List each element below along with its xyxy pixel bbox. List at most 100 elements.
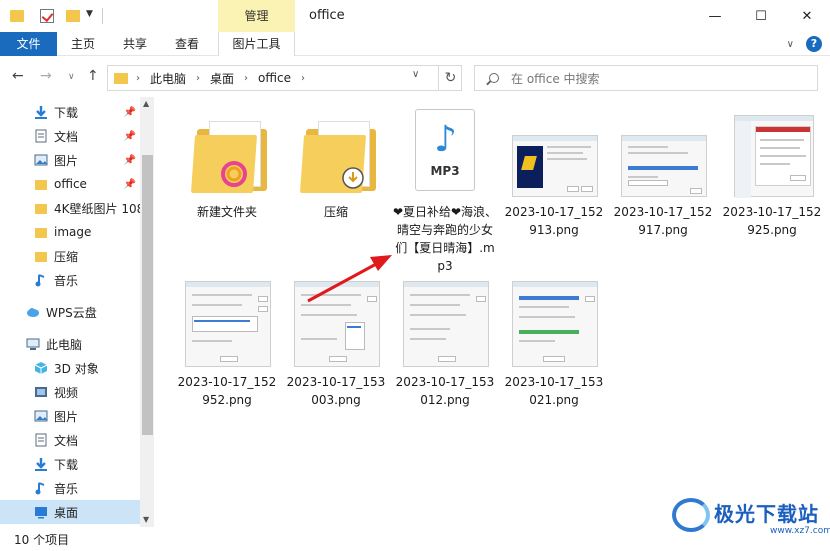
file-name: 2023-10-17_152952.png [177,375,277,407]
file-name: 2023-10-17_152917.png [613,205,713,237]
refresh-button[interactable]: ↻ [438,65,462,91]
document-icon [35,129,47,143]
sidebar-item-wps-cloud[interactable]: WPS云盘 [0,300,140,324]
folder-icon [35,204,47,214]
chevron-right-icon[interactable]: › [244,73,248,84]
back-arrow-icon[interactable]: ← [12,68,24,84]
ribbon-tabs: 文件 主页 共享 查看 图片工具 ∨ ? [0,32,830,56]
sidebar-item-label: 音乐 [54,481,79,496]
sidebar-item-image[interactable]: image [0,220,140,244]
tab-home[interactable]: 主页 [62,32,104,56]
file-name: 2023-10-17_153021.png [504,375,604,407]
breadcrumb-desktop[interactable]: 桌面 [210,70,234,87]
file-name: ❤夏日补给❤海浪、晴空与奔跑的少女们【夏日晴海】.mp3 [392,205,498,273]
sidebar-item-3d-objects[interactable]: 3D 对象 [0,356,140,380]
list-item-png[interactable]: 2023-10-17_153021.png [501,279,607,409]
sidebar-item-compress[interactable]: 压缩 [0,244,140,268]
list-item-png[interactable]: 2023-10-17_152913.png [501,109,607,239]
music-icon [35,274,45,287]
pictures-icon [34,154,48,166]
image-thumbnail [288,279,384,369]
list-item-compress-folder[interactable]: 压缩 [283,109,389,221]
list-item-png[interactable]: 2023-10-17_152952.png [174,279,280,409]
sidebar-item-4k-wallpapers[interactable]: 4K壁纸图片 108 [0,196,140,220]
image-thumbnail [724,109,820,199]
sidebar-item-documents[interactable]: 文档 📌 [0,124,140,148]
sidebar-item-label: 文档 [54,129,79,144]
sidebar-item-office[interactable]: office 📌 [0,172,140,196]
folder-icon [185,109,269,199]
sidebar-item-downloads[interactable]: 下载 📌 [0,100,140,124]
forward-arrow-icon[interactable]: → [40,68,52,84]
sidebar-item-label: 视频 [54,385,79,400]
sidebar-item-downloads-pc[interactable]: 下载 [0,452,140,476]
sidebar-scrollbar-thumb[interactable] [142,155,153,435]
window-title: office [309,8,345,23]
close-button[interactable]: ✕ [784,0,830,32]
pictures-icon [34,410,48,422]
sidebar-item-label: WPS云盘 [46,305,97,320]
breadcrumb-this-pc[interactable]: 此电脑 [150,70,186,87]
title-bar: ▼ 管理 office — ☐ ✕ [0,0,830,32]
search-input[interactable]: 在 office 中搜索 [474,65,818,91]
help-icon[interactable]: ? [806,36,822,52]
minimize-button[interactable]: — [692,0,738,32]
sidebar-item-label: 音乐 [54,273,79,288]
sidebar-item-this-pc[interactable]: 此电脑 [0,332,140,356]
properties-icon[interactable] [40,9,54,23]
file-name: 2023-10-17_153003.png [286,375,386,407]
music-icon [35,482,45,495]
sidebar-item-music-pc[interactable]: 音乐 [0,476,140,500]
folder-icon [10,10,24,22]
sidebar-item-videos[interactable]: 视频 [0,380,140,404]
breadcrumb-office[interactable]: office [258,71,291,85]
address-history-dropdown-icon[interactable]: ∨ [412,69,419,80]
sidebar-item-label: 下载 [54,457,79,472]
list-item-mp3[interactable]: ♪ MP3 ❤夏日补给❤海浪、晴空与奔跑的少女们【夏日晴海】.mp3 [392,109,498,275]
folder-icon [35,252,47,262]
sidebar-item-music[interactable]: 音乐 [0,268,140,292]
sidebar-item-desktop[interactable]: 桌面 [0,500,140,524]
sidebar-item-label: 3D 对象 [54,361,99,376]
list-item-png[interactable]: 2023-10-17_153012.png [392,279,498,409]
folder-icon [114,72,128,84]
chevron-right-icon[interactable]: › [301,73,305,84]
sidebar-item-pictures[interactable]: 图片 📌 [0,148,140,172]
tab-manage[interactable]: 管理 [218,0,295,32]
tab-file[interactable]: 文件 [0,32,57,56]
scroll-down-icon[interactable]: ▼ [143,515,149,524]
up-arrow-icon[interactable]: ↑ [87,68,99,84]
video-icon [35,387,47,397]
tab-view[interactable]: 查看 [166,32,208,56]
maximize-button[interactable]: ☐ [738,0,784,32]
sidebar-item-pictures-pc[interactable]: 图片 [0,404,140,428]
image-thumbnail [615,109,711,199]
scroll-up-icon[interactable]: ▲ [143,99,149,108]
image-thumbnail [179,279,275,369]
maximize-icon: ☐ [755,8,767,24]
chevron-right-icon[interactable]: › [196,73,200,84]
file-list: 新建文件夹 压缩 ♪ MP3 ❤夏日补给❤海浪、晴空与奔跑的少女们【夏日晴海】.… [160,97,830,527]
pin-icon: 📌 [123,106,136,118]
recent-locations-icon[interactable]: ∨ [68,72,75,82]
new-folder-icon[interactable] [66,10,80,22]
sidebar-item-documents-pc[interactable]: 文档 [0,428,140,452]
minimize-icon: — [708,8,722,24]
close-icon: ✕ [801,8,813,24]
list-item-png[interactable]: 2023-10-17_152917.png [610,109,716,239]
list-item-png[interactable]: 2023-10-17_152925.png [719,109,825,239]
tab-share[interactable]: 共享 [114,32,156,56]
list-item-png[interactable]: 2023-10-17_153003.png [283,279,389,409]
chevron-right-icon[interactable]: › [136,73,140,84]
image-thumbnail [506,109,602,199]
sidebar-item-label: 压缩 [54,249,79,264]
list-item-new-folder[interactable]: 新建文件夹 [174,109,280,221]
search-icon [489,73,499,83]
tab-picture-tools[interactable]: 图片工具 [218,32,295,56]
expand-ribbon-icon[interactable]: ∨ [787,39,794,50]
image-thumbnail [506,279,602,369]
computer-icon [26,338,40,350]
navigation-bar: ← → ∨ ↑ › 此电脑 › 桌面 › office › ∨ ↻ 在 offi… [0,62,830,94]
address-bar[interactable]: › 此电脑 › 桌面 › office › [107,65,462,91]
quick-access-dropdown-icon[interactable]: ▼ [86,9,93,19]
